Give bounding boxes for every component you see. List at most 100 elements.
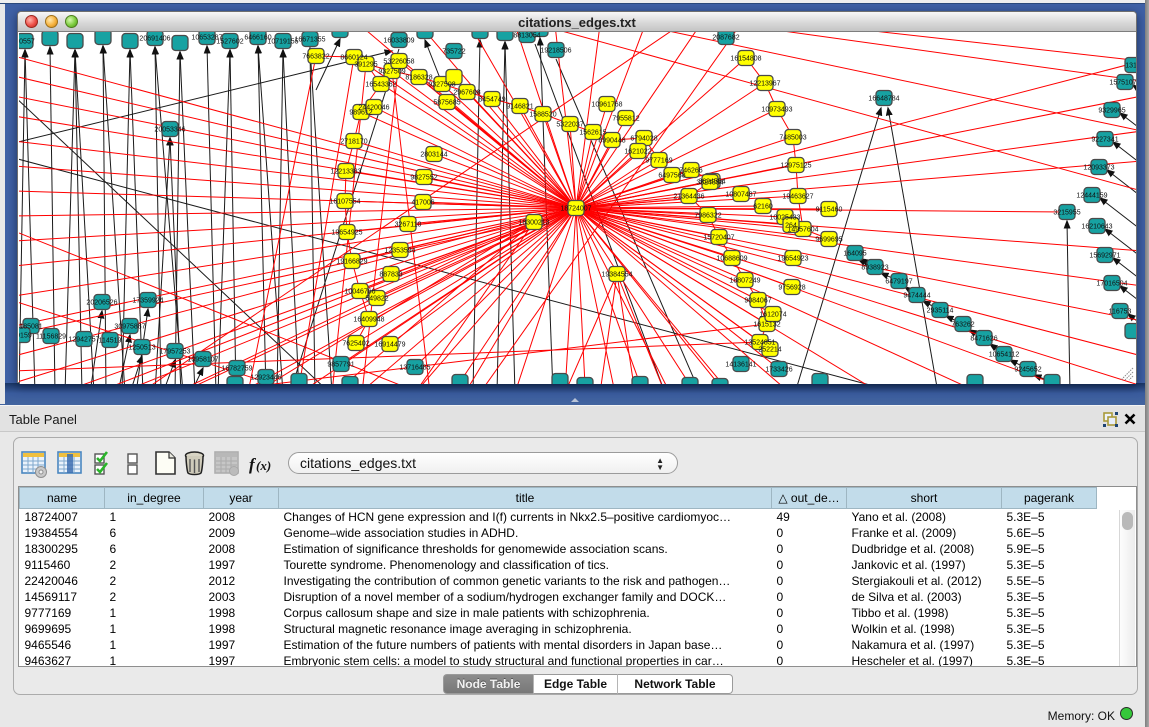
svg-text:15720407: 15720407	[703, 235, 734, 242]
svg-text:10688609: 10688609	[716, 256, 747, 263]
svg-text:18300213: 18300213	[518, 220, 549, 227]
svg-text:9245652: 9245652	[1014, 367, 1041, 374]
svg-text:1615132: 1615132	[753, 322, 780, 329]
svg-text:15751074: 15751074	[1109, 80, 1136, 87]
svg-text:24420046: 24420046	[358, 105, 389, 112]
svg-text:1527602: 1527602	[216, 39, 243, 46]
svg-text:18807249: 18807249	[729, 278, 760, 285]
svg-text:11156829: 11156829	[36, 334, 66, 341]
svg-text:1250513: 1250513	[128, 345, 155, 352]
svg-text:12942757: 12942757	[68, 337, 99, 344]
svg-text:3824554: 3824554	[696, 180, 723, 187]
svg-text:164095: 164095	[843, 251, 866, 258]
svg-text:735722: 735722	[442, 49, 465, 56]
svg-text:8186328: 8186328	[405, 75, 432, 82]
svg-text:8990448: 8990448	[598, 138, 625, 145]
svg-text:12093373: 12093373	[1083, 165, 1114, 172]
svg-text:9227341: 9227341	[1091, 137, 1118, 144]
svg-text:10961768: 10961768	[591, 102, 622, 109]
svg-text:16210643: 16210643	[1081, 224, 1112, 231]
svg-text:7663822: 7663822	[302, 54, 329, 61]
svg-text:16154808: 16154808	[730, 56, 761, 63]
svg-text:7955812: 7955812	[612, 116, 639, 123]
svg-text:1312: 1312	[1125, 63, 1136, 70]
svg-text:9756928: 9756928	[778, 285, 805, 292]
svg-text:9146821: 9146821	[506, 104, 533, 111]
svg-text:16033809: 16033809	[383, 38, 414, 45]
svg-text:2087682: 2087682	[712, 35, 739, 42]
svg-text:2935114: 2935114	[927, 308, 954, 315]
svg-text:7625402: 7625402	[342, 341, 369, 348]
svg-text:19218506: 19218506	[540, 48, 571, 55]
svg-text:3215955: 3215955	[1053, 210, 1080, 217]
svg-text:12975125: 12975125	[780, 163, 811, 170]
svg-text:13716485: 13716485	[399, 365, 430, 372]
svg-text:9327509: 9327509	[378, 69, 405, 76]
svg-text:8660124: 8660124	[340, 55, 367, 62]
svg-text:3267110: 3267110	[395, 222, 422, 229]
svg-text:9084067: 9084067	[744, 298, 771, 305]
svg-text:9327508: 9327508	[428, 82, 455, 89]
svg-text:252214: 252214	[758, 347, 781, 354]
svg-text:10958107: 10958107	[187, 357, 218, 364]
svg-text:1562615: 1562615	[579, 130, 606, 137]
svg-text:1621022: 1621022	[624, 149, 651, 156]
svg-text:9474444: 9474444	[903, 293, 930, 300]
svg-text:6479197: 6479197	[885, 279, 912, 286]
svg-text:53226058: 53226058	[383, 59, 414, 66]
svg-text:7986322: 7986322	[694, 213, 721, 220]
svg-text:62160: 62160	[753, 204, 773, 211]
svg-text:19654925: 19654925	[331, 230, 362, 237]
svg-text:746266: 746266	[679, 168, 702, 175]
svg-text:9857791: 9857791	[327, 362, 354, 369]
svg-text:19384554: 19384554	[601, 272, 632, 279]
svg-text:5322037: 5322037	[556, 122, 583, 129]
svg-text:9699695: 9699695	[815, 237, 842, 244]
svg-text:16648784: 16648784	[868, 96, 899, 103]
svg-text:114519: 114519	[99, 338, 122, 345]
svg-text:19463627: 19463627	[782, 194, 813, 201]
svg-text:6794028: 6794028	[630, 136, 657, 143]
svg-text:1588520: 1588520	[529, 112, 556, 119]
svg-text:10973493: 10973493	[761, 107, 792, 114]
svg-text:391295: 391295	[354, 62, 377, 69]
svg-text:8938923: 8938923	[861, 265, 888, 272]
svg-text:9115460: 9115460	[816, 207, 843, 214]
svg-text:30975887: 30975887	[114, 324, 145, 331]
svg-text:763262: 763262	[951, 322, 974, 329]
svg-text:21364436: 21364436	[673, 194, 704, 201]
svg-text:8454749: 8454749	[478, 97, 505, 104]
svg-text:549822: 549822	[365, 296, 388, 303]
svg-text:9777169: 9777169	[645, 158, 672, 165]
svg-text:20053346: 20053346	[154, 127, 185, 134]
svg-text:13524851: 13524851	[744, 340, 775, 347]
svg-text:12353594: 12353594	[384, 248, 415, 255]
svg-text:12213383: 12213383	[330, 169, 361, 176]
svg-text:18724007: 18724007	[560, 206, 591, 213]
svg-text:10654112: 10654112	[989, 352, 1020, 359]
svg-text:16914479: 16914479	[374, 342, 405, 349]
svg-text:9329965: 9329965	[1098, 108, 1125, 115]
svg-text:10025433: 10025433	[769, 215, 800, 222]
svg-text:20206526: 20206526	[86, 300, 117, 307]
svg-text:19654923: 19654923	[777, 256, 808, 263]
svg-text:12444159: 12444159	[1076, 193, 1107, 200]
svg-text:1612074: 1612074	[759, 312, 786, 319]
svg-text:417006: 417006	[411, 200, 434, 207]
svg-text:8813054: 8813054	[513, 33, 540, 40]
svg-text:10807487: 10807487	[725, 192, 756, 199]
svg-text:19166829: 19166829	[336, 259, 367, 266]
svg-text:40557: 40557	[19, 39, 35, 46]
svg-text:16671355: 16671355	[294, 37, 325, 44]
svg-text:10046766: 10046766	[344, 289, 375, 296]
svg-text:12213967: 12213967	[749, 81, 780, 88]
svg-text:7485003: 7485003	[779, 135, 806, 142]
svg-text:1733426: 1733426	[765, 367, 792, 374]
svg-text:185081: 185081	[19, 324, 42, 331]
svg-text:8471626: 8471626	[970, 336, 997, 343]
svg-text:264: 264	[785, 223, 797, 230]
svg-text:9827552: 9827552	[410, 175, 437, 182]
svg-text:2967608: 2967608	[453, 90, 480, 97]
svg-text:5875685: 5875685	[433, 100, 460, 107]
svg-text:(x): (x)	[256, 458, 271, 473]
